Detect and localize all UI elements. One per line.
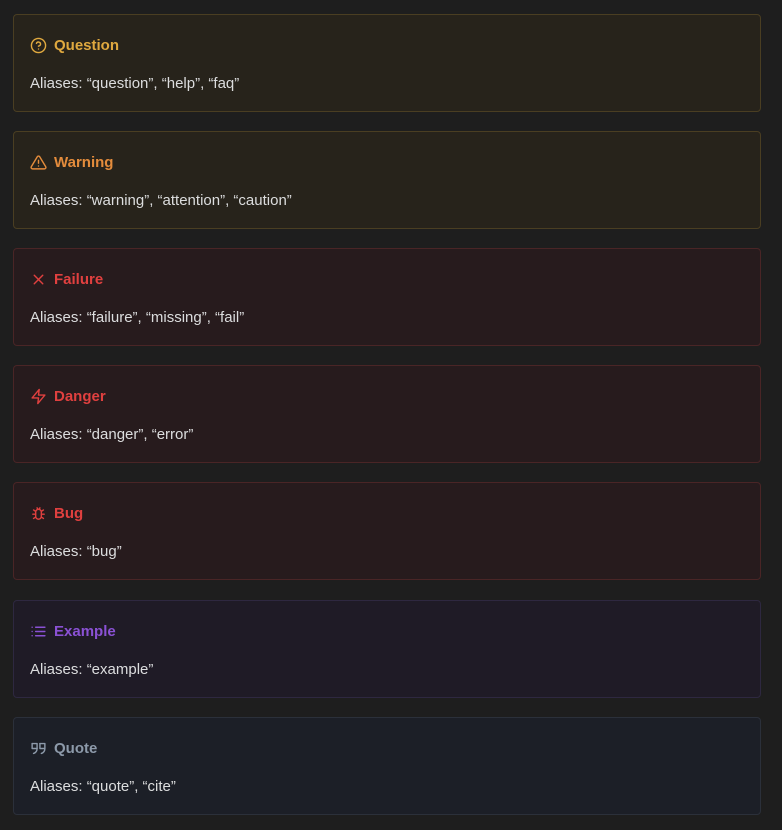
callout-body: Aliases: “failure”, “missing”, “fail” [30,309,245,326]
quote-icon [30,740,47,757]
callout-example: Example Aliases: “example” [13,600,761,698]
list-icon [30,623,47,640]
callout-warning: Warning Aliases: “warning”, “attention”,… [13,131,761,229]
callout-title-text: Warning [54,153,114,171]
callout-title-text: Bug [54,504,84,522]
bug-icon [30,505,47,522]
callout-title-text: Failure [54,270,104,288]
callout-body: Aliases: “question”, “help”, “faq” [30,75,240,92]
callout-body: Aliases: “warning”, “attention”, “cautio… [30,192,292,209]
callout-title-text: Danger [54,387,106,405]
callout-failure: Failure Aliases: “failure”, “missing”, “… [13,248,761,346]
callout-title-text: Quote [54,739,98,757]
callout-body: Aliases: “example” [30,661,154,678]
callout-title-text: Example [54,622,116,640]
callout-quote: Quote Aliases: “quote”, “cite” [13,717,761,815]
callout-body: Aliases: “danger”, “error” [30,426,194,443]
zap-icon [30,388,47,405]
callout-title-text: Question [54,36,120,54]
callout-bug: Bug Aliases: “bug” [13,482,761,580]
callout-title: Bug [30,503,83,523]
callout-question: Question Aliases: “question”, “help”, “f… [13,14,761,112]
callout-title: Question [30,35,119,55]
callout-body: Aliases: “bug” [30,543,122,560]
callout-title: Quote [30,738,97,758]
callout-body: Aliases: “quote”, “cite” [30,778,176,795]
x-icon [30,271,47,288]
callout-danger: Danger Aliases: “danger”, “error” [13,365,761,463]
callout-title: Failure [30,269,103,289]
callout-title: Danger [30,386,106,406]
warning-triangle-icon [30,154,47,171]
callout-title: Warning [30,152,113,172]
question-circle-icon [30,37,47,54]
callout-title: Example [30,621,116,641]
